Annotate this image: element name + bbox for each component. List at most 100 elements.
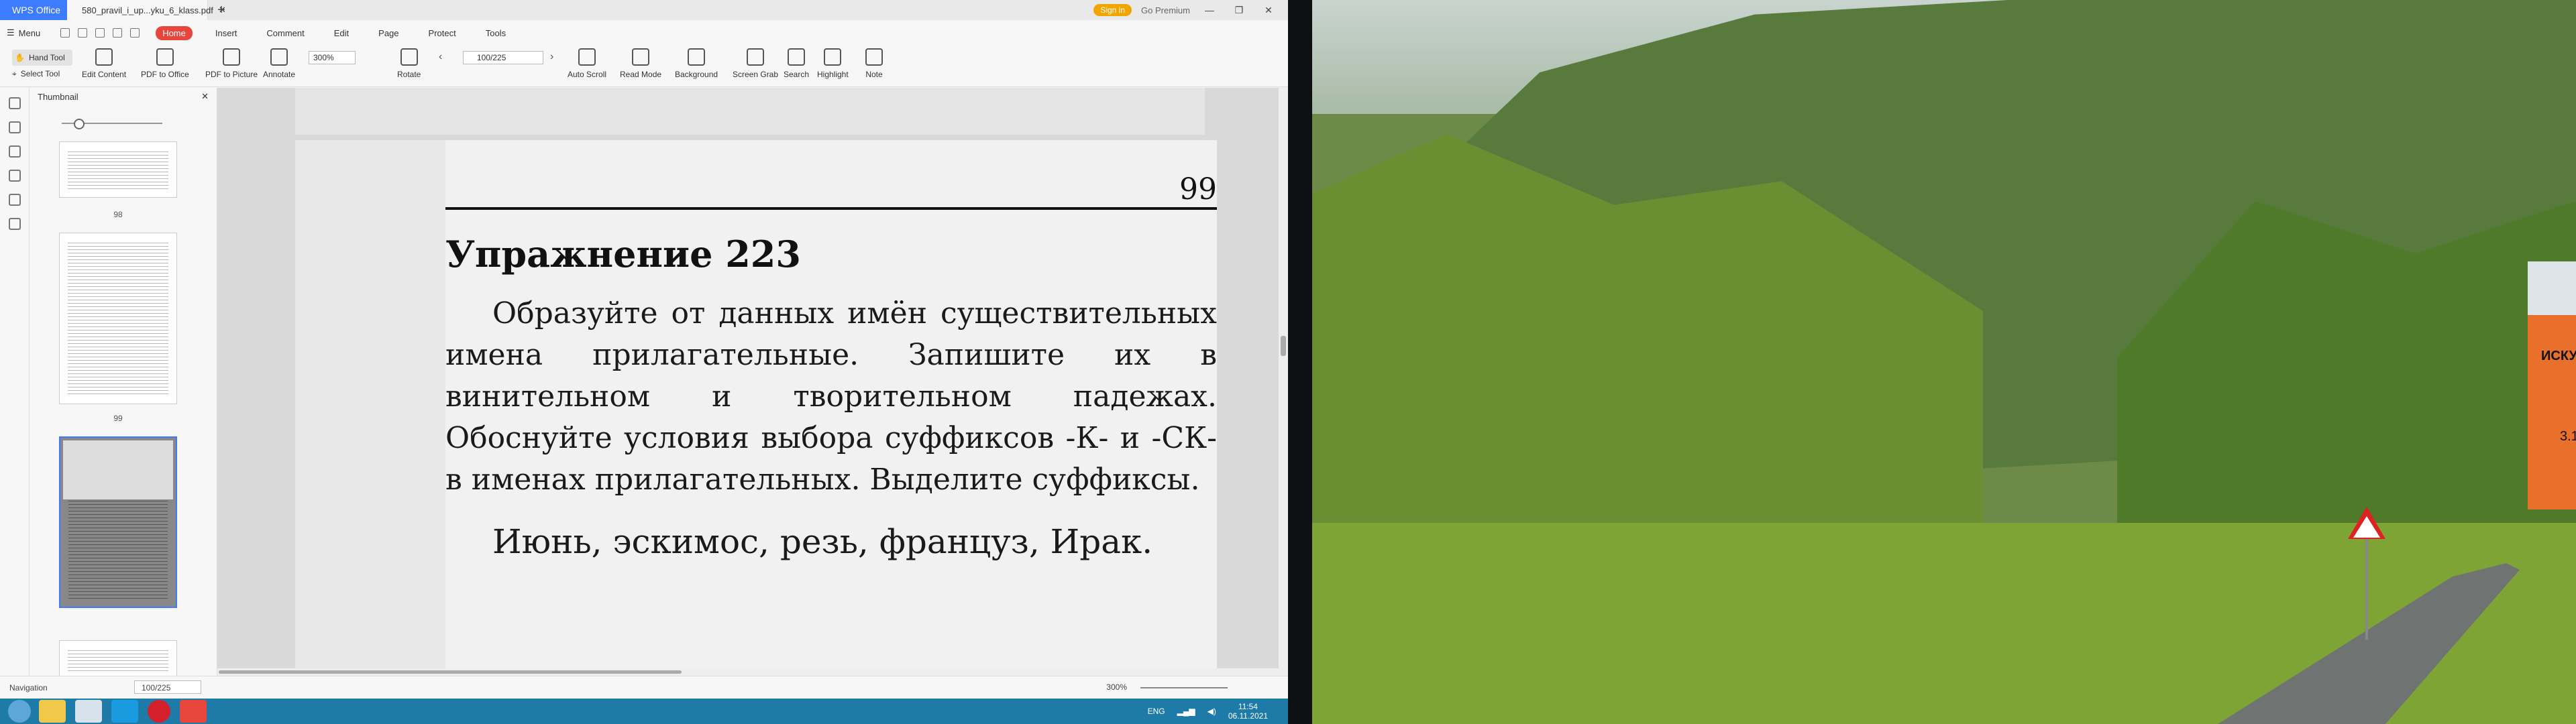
pdf-to-picture-icon	[223, 48, 241, 66]
system-tray: ENG ▂▄▆ ◀) 11:54 06.11.2021	[1148, 702, 1288, 721]
background-button[interactable]: Background	[675, 48, 718, 79]
hand-tool-button[interactable]: ✋ Hand Tool	[12, 50, 72, 66]
rotate-icon	[400, 48, 418, 66]
undo-icon[interactable]	[113, 28, 123, 38]
note-button[interactable]: Note	[865, 48, 883, 79]
edit-content-label: Edit Content	[82, 70, 127, 79]
menu-home[interactable]: Home	[156, 25, 193, 40]
highlight-icon	[824, 48, 842, 66]
close-panel-icon[interactable]: ✕	[201, 91, 209, 102]
network-icon[interactable]: ▂▄▆	[1177, 707, 1195, 716]
menu-tools[interactable]: Tools	[479, 26, 513, 40]
signature-icon[interactable]	[8, 194, 21, 206]
previous-page-bottom	[295, 88, 1205, 135]
ribbon-toolbar: ✋ Hand Tool ⌖ Select Tool Edit Content PDF…	[0, 46, 1288, 87]
status-page-field[interactable]: 100/225	[134, 680, 201, 694]
cursor-icon: ⌖	[12, 68, 17, 78]
status-zoom[interactable]: 300%	[1106, 682, 1127, 692]
main-menu-button[interactable]: ☰ Menu	[7, 27, 40, 38]
clock[interactable]: 11:54 06.11.2021	[1228, 702, 1268, 721]
page-thumbnail[interactable]	[59, 640, 177, 680]
auto-scroll-button[interactable]: Auto Scroll	[568, 48, 606, 79]
page-thumbnail[interactable]	[59, 233, 177, 404]
restore-button[interactable]: ❐	[1229, 5, 1249, 16]
screen-grab-button[interactable]: Screen Grab	[733, 48, 778, 79]
comment-icon[interactable]	[8, 145, 21, 158]
redo-icon[interactable]	[130, 28, 140, 38]
file-explorer-icon[interactable]	[39, 700, 66, 723]
skype-icon[interactable]	[111, 700, 138, 723]
menu-page[interactable]: Page	[372, 26, 405, 40]
new-tab-button[interactable]: +	[208, 0, 235, 20]
pdf-to-office-button[interactable]: PDF to Office	[141, 48, 189, 79]
hand-tool-label: Hand Tool	[28, 53, 65, 62]
read-mode-label: Read Mode	[620, 70, 662, 79]
start-button[interactable]	[8, 700, 31, 723]
sign-in-button[interactable]: Sign in	[1093, 4, 1132, 16]
thumbnail-text-lines	[68, 240, 168, 397]
hamburger-icon: ☰	[7, 27, 15, 38]
menu-edit[interactable]: Edit	[327, 26, 356, 40]
select-tool-button[interactable]: ⌖ Select Tool	[12, 66, 72, 82]
note-label: Note	[865, 70, 883, 79]
horizontal-scrollbar[interactable]	[217, 668, 1279, 676]
annotate-button[interactable]: Annotate	[263, 48, 295, 79]
hand-icon: ✋	[15, 53, 25, 62]
page-number: 99	[1179, 172, 1217, 206]
navigation-button[interactable]: Navigation	[9, 683, 48, 692]
layers-icon[interactable]	[8, 218, 21, 230]
current-page-thumbnail[interactable]	[59, 436, 177, 608]
background-label: Background	[675, 70, 718, 79]
page-thumbnail[interactable]	[59, 141, 177, 198]
bookmark-icon[interactable]	[8, 97, 21, 109]
rotate-button[interactable]: Rotate	[397, 48, 421, 79]
screen-grab-icon	[747, 48, 765, 66]
pdf-to-picture-button[interactable]: PDF to Picture	[205, 48, 258, 79]
volume-icon[interactable]: ◀)	[1208, 707, 1216, 716]
previous-page-icon[interactable]: ‹	[439, 51, 442, 63]
main-menu-label: Menu	[18, 27, 41, 38]
zoom-slider[interactable]	[1140, 687, 1228, 688]
menu-comment[interactable]: Comment	[260, 26, 311, 40]
notepad-icon[interactable]	[75, 700, 102, 723]
thumbnail-icon[interactable]	[8, 121, 21, 133]
search-button[interactable]: Search	[784, 48, 809, 79]
zoom-combo[interactable]: 300%	[309, 51, 356, 64]
thumbnail-page-number: 98	[113, 210, 123, 219]
wps-icon[interactable]	[180, 700, 207, 723]
status-bar: Navigation 100/225 300%	[0, 676, 1288, 699]
menu-insert[interactable]: Insert	[209, 26, 244, 40]
edit-content-button[interactable]: Edit Content	[82, 48, 126, 79]
select-tool-label: Select Tool	[20, 69, 60, 78]
close-window-button[interactable]: ✕	[1258, 5, 1279, 16]
open-file-icon[interactable]	[60, 28, 70, 38]
sign-post	[2365, 539, 2368, 640]
document-view[interactable]: 99 Упражнение 223 Образуйте от данных им…	[217, 88, 1279, 668]
document-tab-label: 580_pravil_i_up...yku_6_klass.pdf	[82, 5, 213, 15]
read-mode-button[interactable]: Read Mode	[620, 48, 661, 79]
highlight-button[interactable]: Highlight	[817, 48, 849, 79]
horizontal-scroll-thumb[interactable]	[219, 670, 682, 674]
go-premium-button[interactable]: Go Premium	[1141, 5, 1190, 15]
document-tab[interactable]: 580_pravil_i_up...yku_6_klass.pdf ✕	[67, 0, 226, 20]
thumbnail-panel-title: Thumbnail	[38, 91, 78, 102]
opera-icon[interactable]	[148, 700, 170, 723]
menu-bar: ☰ Menu Home Insert Comment Edit Page Prot…	[0, 20, 1288, 46]
save-icon[interactable]	[78, 28, 88, 38]
vertical-scroll-thumb[interactable]	[1281, 336, 1286, 356]
vertical-scrollbar[interactable]	[1279, 88, 1288, 676]
thumbnail-panel: Thumbnail ✕ 98 99	[30, 88, 217, 680]
auto-scroll-label: Auto Scroll	[568, 70, 607, 79]
menu-protect[interactable]: Protect	[422, 26, 463, 40]
language-indicator[interactable]: ENG	[1148, 707, 1165, 716]
wps-office-tab[interactable]: WPS Office	[0, 0, 67, 20]
thumbnail-size-slider[interactable]	[62, 119, 162, 129]
minimize-button[interactable]: —	[1199, 5, 1220, 15]
edit-content-icon	[95, 48, 113, 66]
info-board-number: 3.12	[2560, 429, 2576, 444]
tool-selector: ✋ Hand Tool ⌖ Select Tool	[12, 50, 72, 82]
attachment-icon[interactable]	[8, 170, 21, 182]
next-page-icon[interactable]: ›	[550, 51, 553, 63]
print-icon[interactable]	[95, 28, 105, 38]
page-number-field[interactable]: 100/225	[463, 51, 543, 64]
